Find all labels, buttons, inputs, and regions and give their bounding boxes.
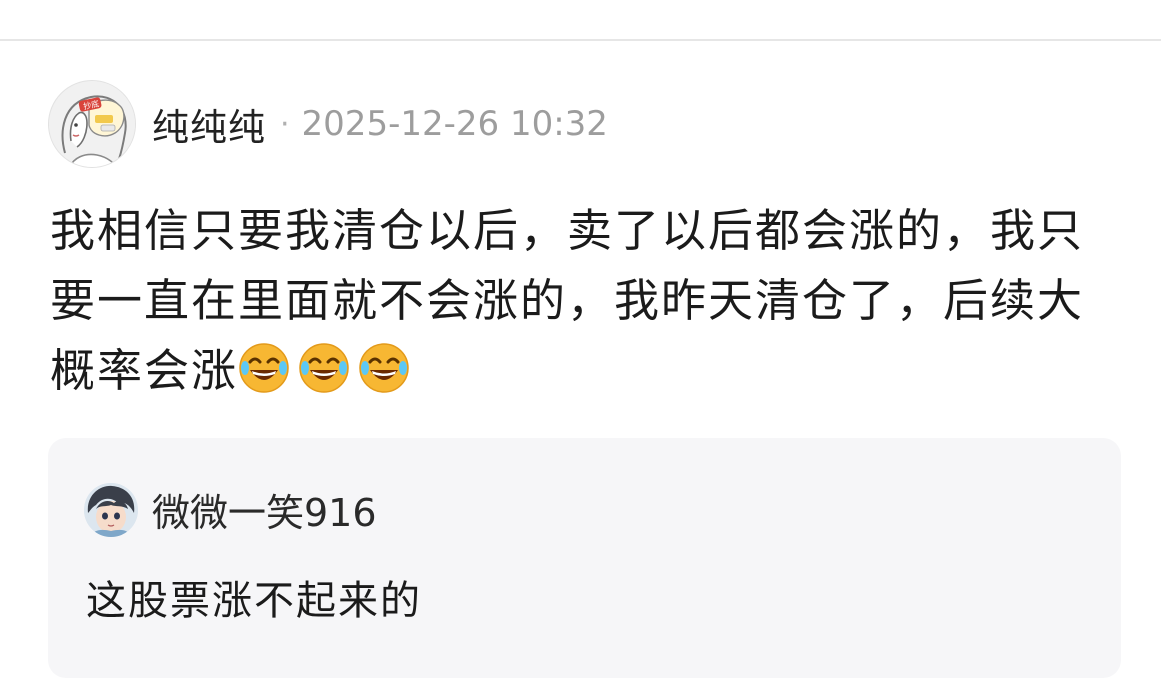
- quoted-comment-card[interactable]: 微微一笑916 这股票涨不起来的: [48, 438, 1121, 678]
- laughing-tears-emoji-icon: [358, 342, 410, 394]
- quoted-author-name[interactable]: 微微一笑916: [152, 482, 377, 537]
- quoted-author-avatar[interactable]: [84, 482, 138, 537]
- post-body-text: 我相信只要我清仓以后，卖了以后都会涨的，我只要一直在里面就不会涨的，我昨天清仓了…: [50, 204, 1085, 397]
- post-body: 我相信只要我清仓以后，卖了以后都会涨的，我只要一直在里面就不会涨的，我昨天清仓了…: [50, 196, 1125, 406]
- quoted-comment-header: 微微一笑916: [84, 482, 377, 537]
- author-avatar[interactable]: 抄底: [48, 80, 136, 168]
- laughing-tears-emoji-icon: [298, 342, 350, 394]
- post-header: 抄底 纯纯纯 · 2025-12-26 10:32: [48, 80, 608, 168]
- meta-separator: ·: [280, 106, 290, 142]
- author-name[interactable]: 纯纯纯: [152, 97, 266, 151]
- top-divider: [0, 39, 1161, 41]
- cartoon-girl-avatar-icon: 抄底: [49, 81, 135, 167]
- post-timestamp: 2025-12-26 10:32: [301, 104, 608, 144]
- quoted-comment-text: 这股票涨不起来的: [86, 578, 422, 624]
- anime-boy-avatar-icon: [84, 482, 138, 537]
- laughing-tears-emoji-icon: [238, 342, 290, 394]
